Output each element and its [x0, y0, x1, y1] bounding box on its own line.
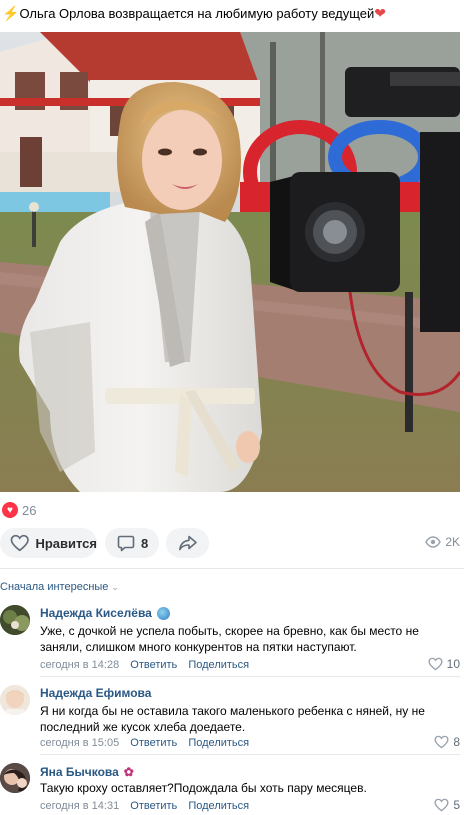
heart-emoji-icon: ❤ [374, 5, 387, 21]
comment-icon [117, 535, 135, 552]
comment-meta: сегодня в 15:05 Ответить Поделиться [40, 737, 249, 749]
reply-link[interactable]: Ответить [130, 800, 177, 812]
comment-time[interactable]: сегодня в 15:05 [40, 737, 119, 749]
avatar[interactable] [0, 685, 30, 715]
comment-time[interactable]: сегодня в 14:31 [40, 800, 119, 812]
comment-meta: сегодня в 14:31 Ответить Поделиться [40, 800, 249, 812]
chevron-down-icon: ⌄ [111, 581, 119, 592]
author-name: Надежда Ефимова [40, 686, 152, 700]
comment-text: Я ни когда бы не оставила такого маленьк… [40, 704, 425, 734]
like-heart-icon [10, 534, 29, 552]
share-link[interactable]: Поделиться [188, 800, 249, 812]
like-button[interactable]: Нравится [0, 528, 97, 558]
comment-likes-count: 10 [446, 657, 460, 671]
comment-time[interactable]: сегодня в 14:28 [40, 659, 119, 671]
avatar-image [0, 763, 30, 793]
comment-text: Такую кроху оставляет?Подождала бы хоть … [40, 781, 367, 795]
reaction-heart-icon: ♥ [2, 502, 18, 518]
reply-link[interactable]: Ответить [130, 659, 177, 671]
like-heart-icon [428, 657, 443, 671]
post-title: ⚡Ольга Орлова возвращается на любимую ра… [2, 4, 462, 23]
comments-sort[interactable]: Сначала интересные ⌄ [0, 581, 119, 593]
views-counter: 2K [425, 535, 460, 549]
avatar-image [0, 685, 30, 715]
avatar[interactable] [0, 763, 30, 793]
divider [0, 568, 464, 569]
comment-divider [40, 676, 460, 677]
share-link[interactable]: Поделиться [188, 737, 249, 749]
like-heart-icon [434, 798, 449, 812]
comment-divider [40, 754, 460, 755]
lightning-icon: ⚡ [2, 5, 20, 21]
post-title-text: Ольга Орлова возвращается на любимую раб… [19, 6, 375, 21]
like-label: Нравится [35, 535, 97, 551]
reactions-summary[interactable]: ♥ 26 [0, 500, 36, 520]
comment-likes-count: 5 [453, 798, 460, 812]
comments-count: 8 [141, 535, 149, 551]
eye-icon [425, 536, 442, 548]
comment-meta: сегодня в 14:28 Ответить Поделиться [40, 659, 249, 671]
comment-item: Надежда Киселёва Уже, с дочкой не успела… [0, 603, 464, 677]
paw-badge-icon: ✿ [123, 765, 134, 779]
avatar-image [0, 605, 30, 635]
share-icon [178, 535, 197, 551]
comment-author[interactable]: Яна Бычкова ✿ [40, 765, 134, 779]
reactions-count: 26 [22, 502, 37, 518]
comment-like-button[interactable]: 8 [434, 735, 460, 749]
comment-like-button[interactable]: 10 [428, 657, 460, 671]
comment-button[interactable]: 8 [105, 528, 159, 558]
views-count: 2K [445, 535, 460, 549]
sort-label: Сначала интересные [0, 581, 109, 593]
author-name: Яна Бычкова [40, 765, 119, 779]
photo-illustration [0, 32, 460, 492]
globe-badge-icon [156, 606, 170, 620]
comment-text: Уже, с дочкой не успела побыть, скорее н… [40, 624, 419, 654]
reply-link[interactable]: Ответить [130, 737, 177, 749]
post-photo[interactable] [0, 32, 460, 492]
author-name: Надежда Киселёва [40, 606, 152, 620]
avatar[interactable] [0, 605, 30, 635]
comment-item: Яна Бычкова ✿ Такую кроху оставляет?Подо… [0, 762, 464, 814]
like-heart-icon [434, 735, 449, 749]
post-actions: Нравится 8 2K [0, 528, 464, 558]
share-link[interactable]: Поделиться [188, 659, 249, 671]
comment-author[interactable]: Надежда Киселёва [40, 606, 170, 620]
comment-like-button[interactable]: 5 [434, 798, 460, 812]
share-button[interactable] [166, 528, 209, 558]
comment-likes-count: 8 [453, 735, 460, 749]
comment-author[interactable]: Надежда Ефимова [40, 686, 151, 700]
comment-item: Надежда Ефимова Я ни когда бы не оставил… [0, 683, 464, 755]
